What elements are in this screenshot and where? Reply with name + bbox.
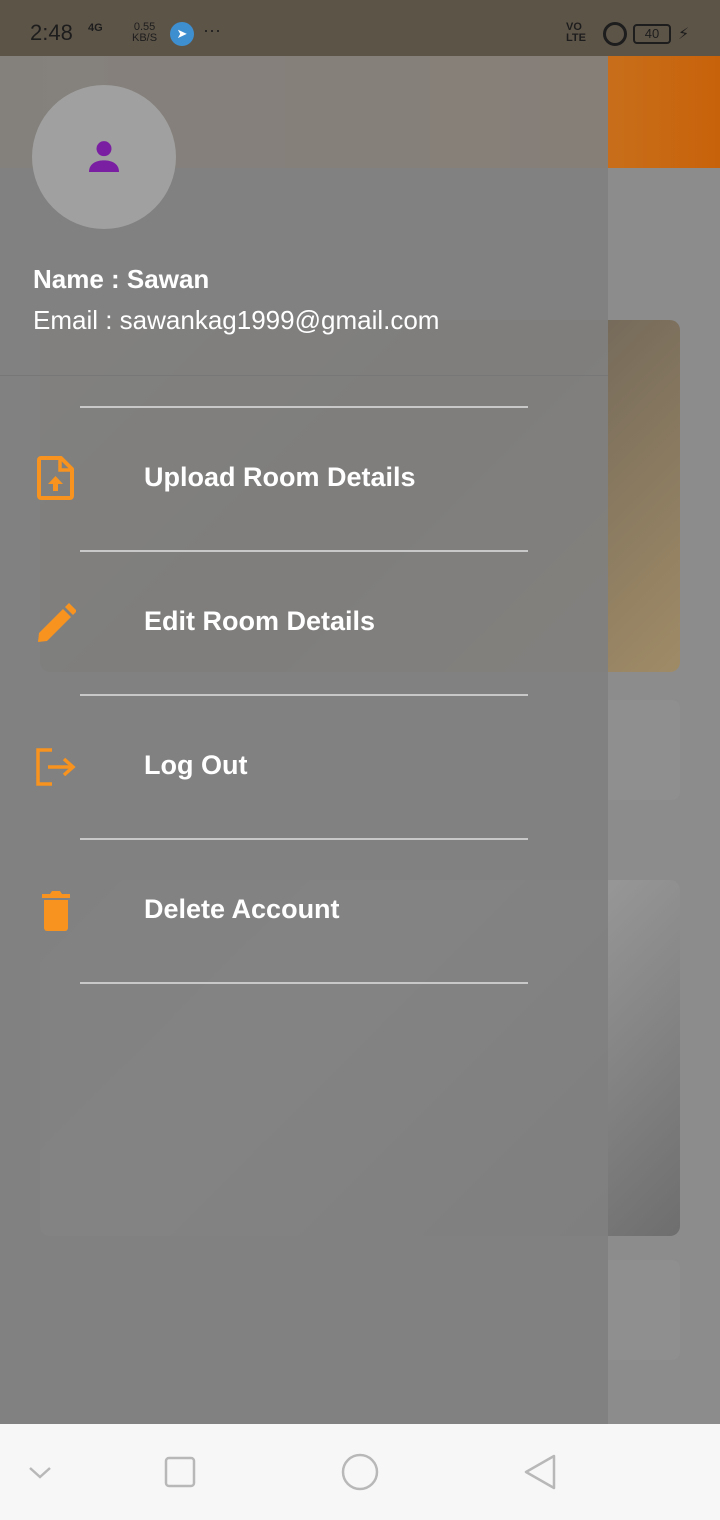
battery-indicator: 40 [633,24,671,44]
divider [80,550,528,552]
person-icon [89,141,119,172]
menu-item-edit-room-details[interactable]: Edit Room Details [0,568,608,678]
navigation-drawer: Name : Sawan Email : sawankag1999@gmail.… [0,56,608,1424]
menu-item-delete-account[interactable]: Delete Account [0,856,608,966]
chevron-down-icon[interactable] [20,1452,60,1492]
more-notifications-icon: ··· [203,20,221,40]
network-indicator: 4G [88,22,103,34]
menu-item-label: Edit Room Details [144,606,376,636]
trash-icon [42,891,70,931]
square-recents-icon[interactable] [160,1452,200,1492]
status-bar: 2:48 4G 0.55 KB/S ➤ ··· VO LTE 40 ⚡ [0,0,720,56]
menu-item-upload-room-details[interactable]: Upload Room Details [0,424,608,534]
system-navigation-bar [0,1424,720,1520]
divider [80,838,528,840]
drawer-header: Name : Sawan Email : sawankag1999@gmail.… [0,56,608,376]
user-name: Name : Sawan [33,264,210,294]
avatar[interactable] [32,85,176,229]
alarm-icon [603,22,627,46]
menu-item-label: Upload Room Details [144,462,416,492]
network-speed: 0.55 KB/S [132,21,158,44]
circle-home-icon[interactable] [340,1452,380,1492]
divider [80,982,528,984]
charging-icon: ⚡ [678,26,690,43]
logout-icon [36,748,76,786]
status-time: 2:48 [30,20,73,45]
volte-indicator: VO LTE [566,21,586,44]
menu-item-label: Delete Account [144,894,340,924]
divider [80,694,528,696]
user-email: Email : sawankag1999@gmail.com [33,305,440,335]
triangle-back-icon[interactable] [520,1452,560,1492]
telegram-icon: ➤ [170,22,194,46]
upload-file-icon [37,456,74,500]
menu-item-log-out[interactable]: Log Out [0,712,608,822]
divider [80,406,528,408]
pencil-icon [38,603,76,642]
menu-item-label: Log Out [144,750,248,780]
